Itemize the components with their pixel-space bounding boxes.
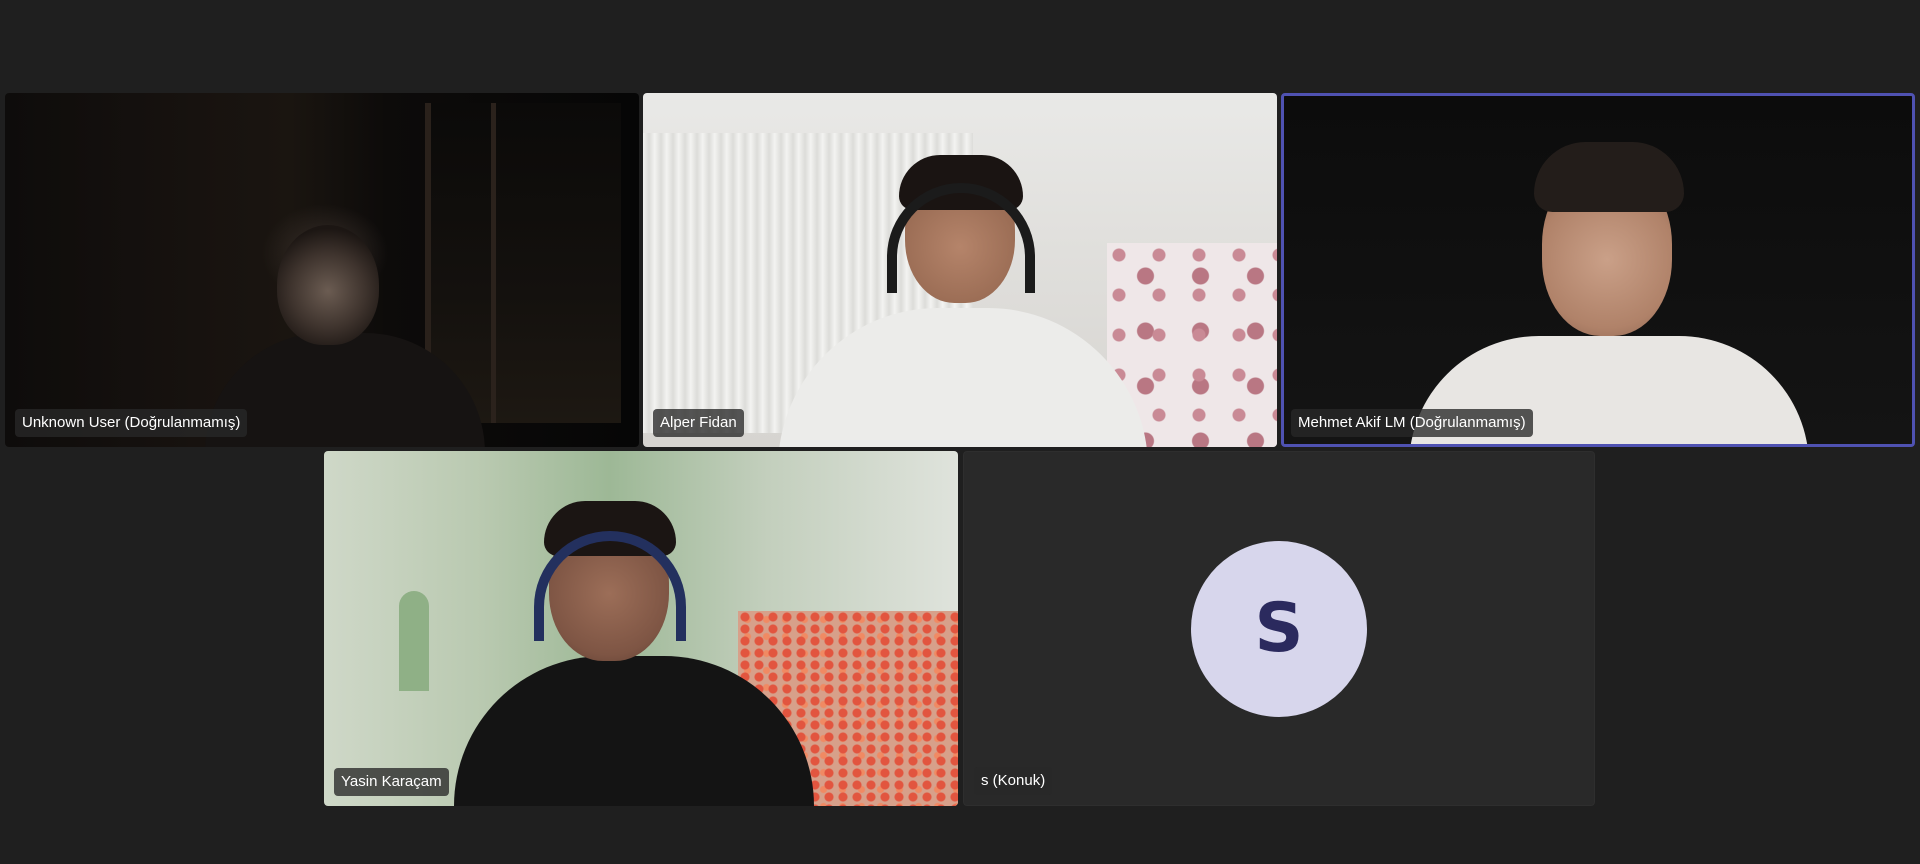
participant-tile-mehmet-akif[interactable]: Mehmet Akif LM (Doğrulanmamış) [1281, 93, 1915, 447]
participant-name-label: Mehmet Akif LM (Doğrulanmamış) [1291, 409, 1533, 437]
avatar-initial: S [1254, 588, 1304, 668]
participant-video [1284, 96, 1912, 444]
participant-video [324, 451, 958, 806]
participant-name-label: Alper Fidan [653, 409, 744, 437]
participant-video [643, 93, 1277, 447]
participant-name-label: Unknown User (Doğrulanmamış) [15, 409, 248, 437]
participant-tile-unknown-user[interactable]: Unknown User (Doğrulanmamış) [5, 93, 639, 447]
person-hair [1534, 142, 1684, 212]
participant-tile-alper-fidan[interactable]: Alper Fidan [643, 93, 1277, 447]
background-arch [399, 591, 429, 691]
meeting-gallery: Unknown User (Doğrulanmamış) Alper Fidan… [0, 0, 1920, 864]
participant-name-label: s (Konuk) [974, 767, 1053, 795]
participant-tile-yasin-karacam[interactable]: Yasin Karaçam [324, 451, 958, 806]
person-head [277, 225, 379, 345]
avatar: S [1191, 540, 1367, 717]
participant-name-label: Yasin Karaçam [334, 768, 449, 796]
participant-tile-s-guest[interactable]: S s (Konuk) [963, 451, 1595, 806]
participant-video [5, 93, 639, 447]
